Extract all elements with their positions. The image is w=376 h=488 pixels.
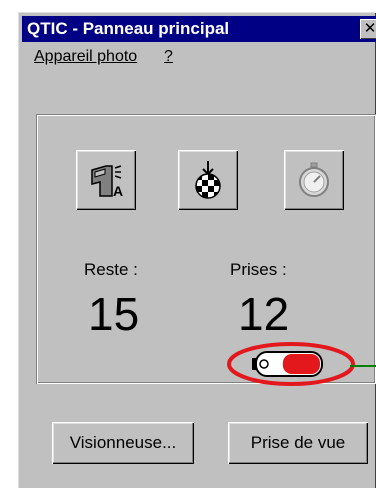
main-window: QTIC - Panneau principal ✕ Appareil phot… [18, 12, 376, 488]
download-images-button[interactable] [178, 150, 238, 210]
menu-appareil-photo[interactable]: Appareil photo [34, 44, 137, 70]
stopwatch-icon [299, 162, 329, 197]
menu-help[interactable]: ? [164, 44, 173, 70]
reste-label: Reste : [84, 260, 138, 279]
close-button[interactable]: ✕ [360, 19, 376, 39]
prises-count: 12 [238, 288, 290, 340]
menu-bar: Appareil photo ? [22, 44, 376, 70]
status-panel: A Reste: Prises: 15 12 [36, 114, 376, 384]
title-bar[interactable]: QTIC - Panneau principal ✕ [22, 16, 376, 42]
prise-de-vue-button[interactable]: Prise de vue [228, 422, 368, 464]
reste-count: 15 [88, 288, 140, 340]
visionneuse-button[interactable]: Visionneuse... [52, 422, 194, 464]
timer-button[interactable] [284, 150, 344, 210]
svg-text:A: A [113, 183, 123, 199]
prises-label: Prises : [230, 260, 287, 279]
window-title: QTIC - Panneau principal [27, 19, 230, 38]
camera-settings-button[interactable]: A [76, 150, 136, 210]
camera-settings-icon: A [91, 165, 123, 199]
checkered-download-icon [195, 161, 221, 199]
